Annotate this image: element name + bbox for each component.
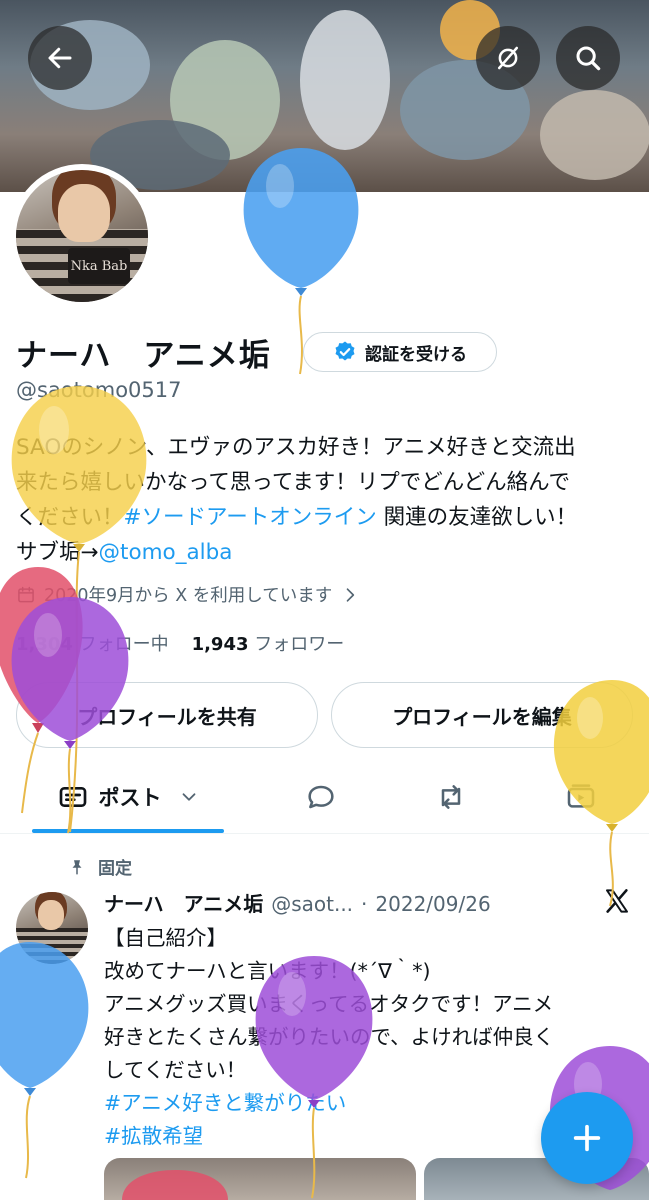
share-profile-button[interactable]: プロフィールを共有 (16, 682, 318, 748)
get-verified-button[interactable]: 認証を受ける (303, 332, 497, 372)
following-link[interactable]: 1,304 フォロー中 (16, 634, 169, 655)
bio-text: サブ垢→ (16, 540, 99, 565)
tab-reposts[interactable] (410, 760, 492, 834)
profile-bio: SAOのシノン、エヴァのアスカ好き！アニメ好きと交流出 来たら嬉しいかなって思っ… (16, 430, 636, 570)
post-author-name[interactable]: ナーハ アニメ垢 (104, 888, 263, 917)
share-profile-label: プロフィールを共有 (77, 704, 257, 729)
post-header: ナーハ アニメ垢 @saot... · 2022/09/26 (104, 888, 491, 917)
x-logo-icon[interactable] (602, 886, 632, 916)
verified-badge-icon (335, 341, 355, 361)
bio-line: サブ垢→@tomo_alba (16, 535, 636, 570)
bio-line: ください！#ソードアートオンライン 関連の友達欲しい！ (16, 500, 636, 535)
followers-label: フォロワー (254, 634, 345, 655)
get-verified-label: 認証を受ける (365, 344, 467, 365)
posts-tab-icon (59, 787, 86, 807)
tab-posts[interactable]: ポスト (32, 760, 224, 834)
edit-profile-button[interactable]: プロフィールを編集 (331, 682, 633, 748)
search-button[interactable] (556, 26, 620, 90)
bio-line: 来たら嬉しいかなって思ってます！リプでどんどん絡んで (16, 470, 571, 495)
chevron-down-icon (182, 793, 195, 801)
grok-button[interactable] (476, 26, 540, 90)
post-line: アニメグッズ買いまくってるオタクです！アニメ (104, 992, 554, 1016)
avatar-head (58, 184, 110, 242)
bio-line: SAOのシノン、エヴァのアスカ好き！アニメ好きと交流出 (16, 435, 576, 460)
profile-avatar[interactable]: Nka Bab (10, 164, 154, 308)
following-count: 1,304 (16, 634, 73, 655)
post-line: してください！ (104, 1058, 247, 1082)
active-tab-indicator (32, 829, 224, 833)
video-icon (567, 784, 595, 808)
bio-text: ください！ (16, 505, 124, 530)
banner-figure-shape (540, 90, 649, 180)
tab-replies[interactable] (280, 760, 362, 834)
arrow-left-icon (48, 47, 72, 69)
search-icon (576, 46, 601, 71)
pinned-indicator: 固定 (68, 854, 132, 879)
plus-icon (573, 1124, 601, 1152)
post-author-avatar[interactable] (16, 892, 88, 964)
profile-tabs: ポスト (0, 760, 649, 834)
pin-icon (72, 859, 82, 874)
post-line: 改めてナーハと言います！(*´∇｀*) (104, 959, 431, 983)
profile-banner (0, 0, 649, 192)
tab-videos[interactable] (540, 760, 622, 834)
post-author-handle[interactable]: @saot... (271, 892, 353, 916)
profile-name: ナーハ アニメ垢 (16, 338, 271, 374)
reply-icon (308, 785, 334, 809)
chevron-right-icon (346, 587, 355, 602)
balloon-blue-left (0, 942, 89, 1179)
follow-stats: 1,304 フォロー中 1,943 フォロワー (16, 630, 344, 656)
bio-hashtag-link[interactable]: #ソードアートオンライン (124, 505, 377, 530)
joined-date-text: 2020年9月から X を利用しています (44, 586, 333, 606)
avatar-shirt-stripes (16, 928, 88, 964)
post-image[interactable] (104, 1158, 416, 1200)
banner-figure-shape (300, 10, 390, 150)
post-line: 【自己紹介】 (104, 926, 227, 950)
bio-text: 関連の友達欲しい！ (376, 505, 578, 530)
avatar-head (38, 900, 64, 930)
post-line: 好きとたくさん繋がりたいので、よければ仲良く (104, 1025, 555, 1049)
post-separator: · (361, 892, 368, 916)
profile-handle: @saotomo0517 (16, 378, 182, 402)
avatar-sign: Nka Bab (68, 248, 130, 284)
joined-date-row[interactable]: 2020年9月から X を利用しています (16, 582, 360, 607)
following-label: フォロー中 (78, 634, 169, 655)
bio-mention-link[interactable]: @tomo_alba (99, 540, 233, 565)
followers-link[interactable]: 1,943 フォロワー (192, 634, 345, 655)
back-button[interactable] (28, 26, 92, 90)
slashed-circle-icon (498, 46, 518, 70)
pinned-label: 固定 (98, 859, 132, 879)
tab-posts-label: ポスト (98, 786, 162, 810)
compose-post-button[interactable] (541, 1092, 633, 1184)
calendar-icon (18, 586, 34, 602)
followers-count: 1,943 (191, 634, 249, 655)
repost-icon (441, 785, 461, 809)
post-date[interactable]: 2022/09/26 (375, 892, 490, 916)
edit-profile-label: プロフィールを編集 (392, 704, 572, 729)
